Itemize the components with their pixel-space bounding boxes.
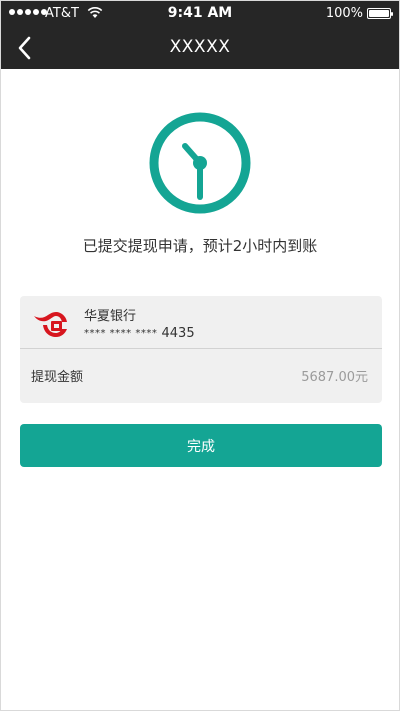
- hua-xia-bank-logo: [34, 312, 67, 337]
- status-bar: AT&T 9:41 AM 100%: [1, 1, 399, 27]
- bank-card-row: 华夏银行 **** **** **** 4435: [20, 296, 382, 349]
- page-title: XXXXX: [169, 37, 231, 57]
- battery-fill: [369, 10, 389, 17]
- withdraw-amount-value: 5687.00元: [301, 370, 368, 385]
- withdraw-amount-row: 提现金额 5687.00元: [20, 349, 382, 403]
- navigation-bar: XXXXX: [1, 27, 399, 69]
- withdraw-amount-label: 提现金额: [31, 370, 84, 385]
- card-last-four: 4435: [161, 326, 195, 341]
- submission-message: 已提交提现申请，预计2小时内到账: [82, 237, 318, 255]
- top-bar: AT&T 9:41 AM 100% XXXXX: [1, 1, 399, 69]
- battery-percentage: 100%: [325, 6, 363, 21]
- card-number: **** **** **** 4435: [84, 326, 195, 341]
- card-number-mask: **** **** ****: [84, 328, 158, 339]
- battery-icon: [367, 8, 393, 19]
- clock-icon: [149, 112, 251, 214]
- done-button[interactable]: 完成: [20, 424, 382, 467]
- phone-screen: AT&T 9:41 AM 100% XXXXX 已提交提现申请，预计2小时内到账…: [0, 0, 400, 711]
- bank-name: 华夏银行: [84, 309, 137, 324]
- withdrawal-info-card: 华夏银行 **** **** **** 4435 提现金额 5687.00元: [20, 296, 382, 403]
